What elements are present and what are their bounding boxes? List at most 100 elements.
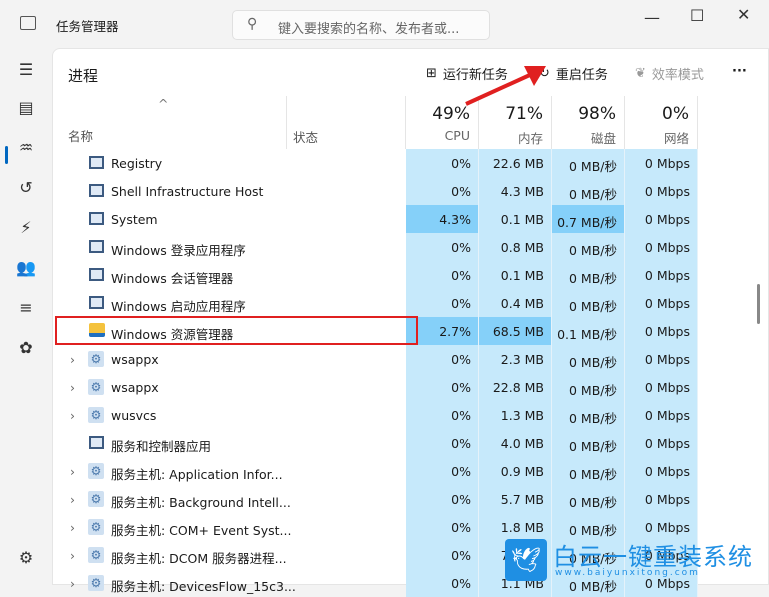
expand-chevron-icon[interactable]: › [70, 520, 75, 535]
service-gear-icon: ⚙ [88, 407, 104, 423]
expand-chevron-icon[interactable]: › [70, 408, 75, 423]
table-row[interactable]: Windows 会话管理器 0% 0.1 MB 0 MB/秒 0 Mbps [53, 261, 769, 289]
details-icon[interactable]: ≡ [15, 298, 37, 320]
users-icon[interactable]: 👥 [15, 258, 37, 280]
expand-chevron-icon[interactable]: › [70, 576, 75, 591]
processes-icon[interactable]: ▤ [15, 98, 37, 120]
new-task-icon: ⊞ [426, 66, 437, 81]
app-title: 任务管理器 [56, 19, 119, 34]
table-row[interactable]: › ⚙ wusvcs 0% 1.3 MB 0 MB/秒 0 Mbps [53, 401, 769, 429]
expand-chevron-icon[interactable]: › [70, 548, 75, 563]
net-cell: 0 Mbps [625, 373, 698, 401]
bird-logo-icon: 🕊 [505, 539, 547, 581]
cpu-cell: 0% [406, 373, 479, 401]
disk-cell: 0 MB/秒 [552, 177, 625, 205]
mem-cell: 5.7 MB [479, 485, 552, 513]
process-list: Registry 0% 22.6 MB 0 MB/秒 0 Mbps Shell Infra… [53, 149, 769, 597]
name-column-header[interactable]: ^ 名称 [53, 96, 287, 149]
disk-cell: 0 MB/秒 [552, 149, 625, 177]
app-history-icon[interactable]: ↺ [15, 178, 37, 200]
net-cell: 0 Mbps [625, 485, 698, 513]
settings-icon[interactable]: ⚙ [15, 548, 37, 570]
table-row[interactable]: Windows 登录应用程序 0% 0.8 MB 0 MB/秒 0 Mbps [53, 233, 769, 261]
disk-column-header[interactable]: 98% 磁盘 [552, 96, 625, 149]
mem-cell: 2.3 MB [479, 345, 552, 373]
mem-cell: 4.0 MB [479, 429, 552, 457]
network-column-header[interactable]: 0% 网络 [625, 96, 698, 149]
process-name: Windows 登录应用程序 [111, 243, 246, 258]
net-cell: 0 Mbps [625, 345, 698, 373]
table-row[interactable]: System 4.3% 0.1 MB 0.7 MB/秒 0 Mbps [53, 205, 769, 233]
mem-cell: 0.1 MB [479, 261, 552, 289]
cpu-cell: 0% [406, 541, 479, 569]
system-process-icon [89, 184, 104, 197]
table-row[interactable]: Windows 资源管理器 2.7% 68.5 MB 0.1 MB/秒 0 Mbps [53, 316, 769, 345]
leaf-icon: ❦ [635, 66, 646, 81]
table-row[interactable]: Windows 启动应用程序 0% 0.4 MB 0 MB/秒 0 Mbps [53, 289, 769, 317]
efficiency-mode-button[interactable]: ❦ 效率模式 [635, 64, 704, 83]
disk-cell: 0 MB/秒 [552, 485, 625, 513]
table-row[interactable]: 服务和控制器应用 0% 4.0 MB 0 MB/秒 0 Mbps [53, 429, 769, 457]
net-cell: 0 Mbps [625, 289, 698, 317]
service-gear-icon: ⚙ [88, 379, 104, 395]
disk-cell: 0 MB/秒 [552, 261, 625, 289]
network-label: 网络 [663, 131, 689, 146]
process-name: 服务主机: DevicesFlow_15c3... [111, 579, 296, 594]
restart-task-label: 重启任务 [555, 68, 608, 83]
close-button[interactable]: ✕ [737, 5, 750, 24]
cpu-cell: 0% [406, 429, 479, 457]
process-name: 服务主机: Background Intell... [111, 495, 291, 510]
sidebar: ☰ ▤ ♒ ↺ ⚡ 👥 ≡ ✿ ⚙ [0, 48, 52, 585]
memory-label: 内存 [517, 131, 543, 146]
expand-chevron-icon[interactable]: › [70, 380, 75, 395]
services-icon[interactable]: ✿ [15, 338, 37, 360]
disk-cell: 0 MB/秒 [552, 345, 625, 373]
process-name: wsappx [111, 352, 159, 367]
mem-cell: 22.6 MB [479, 149, 552, 177]
table-row[interactable]: Shell Infrastructure Host 0% 4.3 MB 0 MB/秒 0… [53, 177, 769, 205]
disk-cell: 0 MB/秒 [552, 457, 625, 485]
process-name: Windows 启动应用程序 [111, 299, 246, 314]
performance-icon[interactable]: ♒ [15, 138, 37, 160]
table-row[interactable]: › ⚙ wsappx 0% 22.8 MB 0 MB/秒 0 Mbps [53, 373, 769, 401]
service-gear-icon: ⚙ [88, 491, 104, 507]
mem-cell: 0.4 MB [479, 289, 552, 317]
status-column-header[interactable]: 状态 [287, 96, 406, 149]
mem-cell: 22.8 MB [479, 373, 552, 401]
net-cell: 0 Mbps [625, 261, 698, 289]
cpu-cell: 0% [406, 513, 479, 541]
process-name: wsappx [111, 380, 159, 395]
net-cell: 0 Mbps [625, 401, 698, 429]
title-bar: 任务管理器 ⚲ 键入要搜索的名称、发布者或... — ☐ ✕ [0, 0, 769, 48]
task-manager-icon [20, 16, 36, 30]
system-process-icon [89, 296, 104, 309]
system-process-icon [89, 212, 104, 225]
search-input[interactable]: ⚲ 键入要搜索的名称、发布者或... [232, 10, 490, 40]
service-gear-icon: ⚙ [88, 547, 104, 563]
minimize-button[interactable]: — [644, 8, 660, 27]
net-cell: 0 Mbps [625, 317, 698, 345]
search-icon: ⚲ [247, 16, 258, 32]
table-row[interactable]: › ⚙ 服务主机: Background Intell... 0% 5.7 MB 0 MB… [53, 485, 769, 513]
cpu-cell: 0% [406, 457, 479, 485]
table-row[interactable]: Registry 0% 22.6 MB 0 MB/秒 0 Mbps [53, 149, 769, 177]
watermark-url: www.baiyunxitong.com [555, 568, 700, 578]
expand-chevron-icon[interactable]: › [70, 492, 75, 507]
service-gear-icon: ⚙ [88, 575, 104, 591]
table-row[interactable]: › ⚙ wsappx 0% 2.3 MB 0 MB/秒 0 Mbps [53, 345, 769, 373]
more-options-button[interactable]: ··· [732, 64, 747, 79]
efficiency-mode-label: 效率模式 [651, 68, 704, 83]
system-process-icon [89, 268, 104, 281]
cpu-cell: 0% [406, 569, 479, 597]
startup-apps-icon[interactable]: ⚡ [15, 218, 37, 240]
disk-label: 磁盘 [590, 131, 616, 146]
expand-chevron-icon[interactable]: › [70, 464, 75, 479]
mem-cell: 68.5 MB [479, 317, 552, 345]
hamburger-menu-icon[interactable]: ☰ [15, 60, 37, 82]
scrollbar[interactable] [757, 284, 760, 324]
mem-cell: 0.8 MB [479, 233, 552, 261]
table-row[interactable]: › ⚙ 服务主机: Application Infor... 0% 0.9 MB 0 MB… [53, 457, 769, 485]
expand-chevron-icon[interactable]: › [70, 352, 75, 367]
maximize-button[interactable]: ☐ [690, 6, 704, 25]
disk-total: 98% [578, 104, 616, 124]
